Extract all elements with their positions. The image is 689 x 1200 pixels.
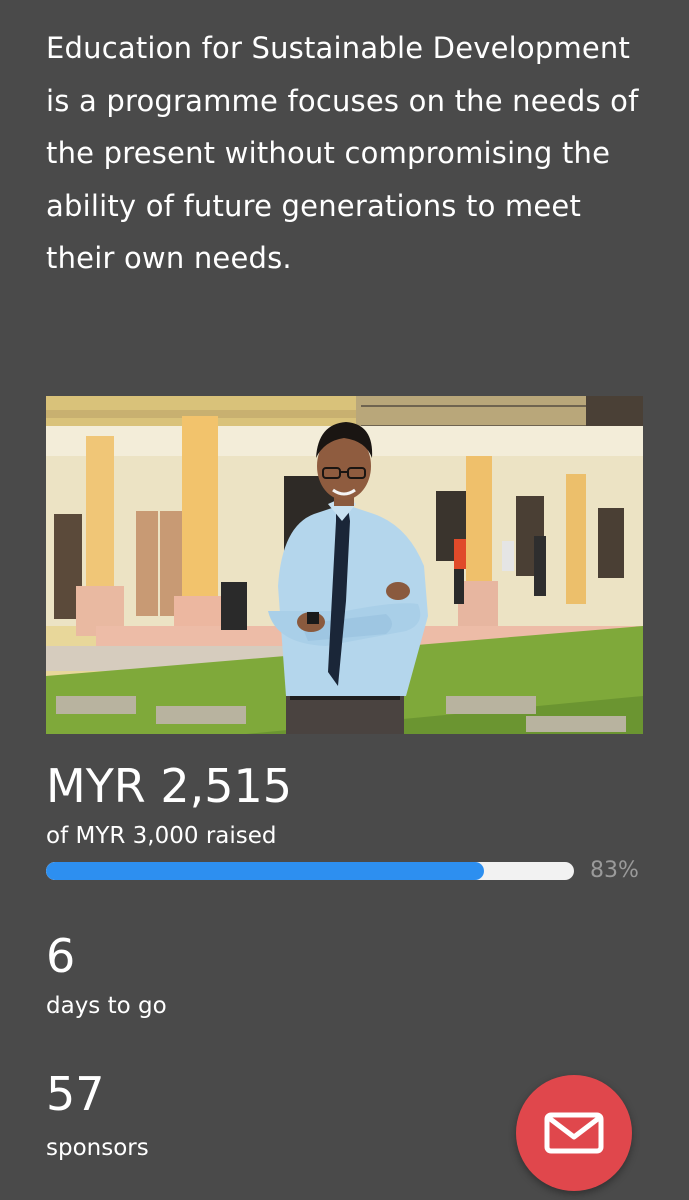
amount-raised: MYR 2,515	[46, 759, 293, 813]
message-button[interactable]	[516, 1075, 632, 1191]
funding-progress-bar	[46, 862, 574, 880]
sponsors-count-label: sponsors	[46, 1135, 149, 1161]
campaign-description: Education for Sustainable Development is…	[46, 31, 639, 275]
days-remaining-value: 6	[46, 929, 76, 983]
funding-goal-text: of MYR 3,000 raised	[46, 823, 277, 849]
funding-progress-fill	[46, 862, 485, 880]
sponsors-count-value: 57	[46, 1067, 105, 1121]
envelope-icon	[544, 1112, 604, 1154]
campaign-page: Education for Sustainable Development is…	[0, 0, 689, 1200]
days-remaining-label: days to go	[46, 993, 167, 1019]
funding-percent: 83%	[590, 858, 639, 883]
campaign-photo	[46, 396, 643, 734]
